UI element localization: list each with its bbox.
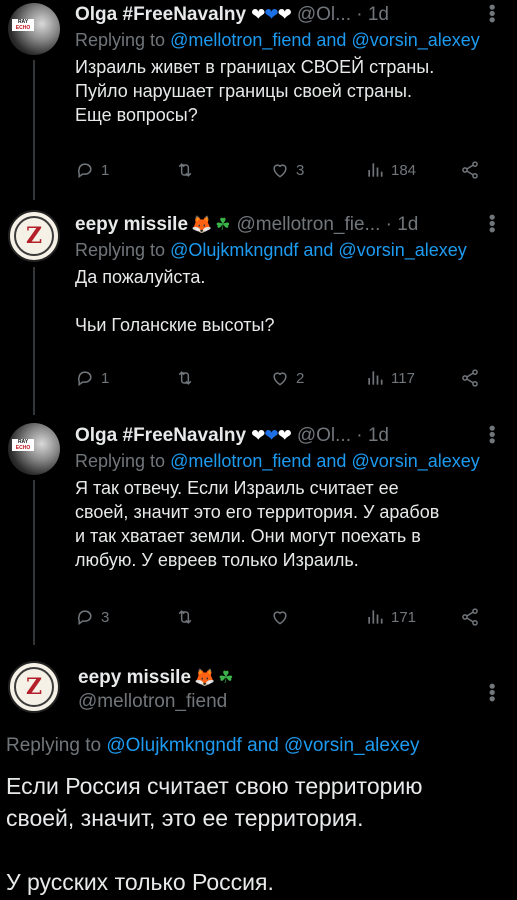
handle[interactable]: @mellotron_fiend	[78, 691, 517, 713]
handle-time[interactable]: @Ol... · 1d	[297, 425, 389, 447]
replying-prefix: Replying to	[75, 30, 171, 50]
tweet[interactable]: Z eepy missile 🦊 ☘ @mellotron_fie... · 1…	[0, 205, 517, 415]
views-count: 184	[391, 161, 417, 179]
views-button[interactable]: 117	[365, 368, 415, 388]
like-button[interactable]: 2	[270, 368, 304, 388]
handle-time[interactable]: @mellotron_fie... · 1d	[236, 214, 418, 236]
replying-to: Replying to @mellotron_fiend and @vorsin…	[75, 30, 517, 51]
views-count: 117	[391, 369, 415, 387]
heart-emojis: ❤❤❤	[251, 5, 292, 25]
reply-count: 1	[101, 161, 110, 179]
author-name[interactable]: Olga #FreeNavalny	[75, 4, 246, 26]
blue-heart-icon: ❤	[264, 5, 278, 24]
more-icon[interactable]: •••	[482, 4, 502, 23]
thread-line	[33, 267, 35, 415]
action-bar: 1 3 184	[75, 160, 517, 184]
views-button[interactable]: 171	[365, 607, 416, 627]
fox-emoji-icon: 🦊	[194, 668, 216, 687]
share-button[interactable]	[460, 607, 480, 627]
action-bar: 1 2 117	[75, 368, 517, 392]
heart-emojis: ❤❤❤	[251, 426, 292, 446]
handle-time[interactable]: @Ol... · 1d	[297, 4, 389, 26]
replying-to: Replying to @mellotron_fiend and @vorsin…	[75, 451, 517, 472]
replying-links[interactable]: @mellotron_fiend and @vorsin_alexey	[170, 30, 480, 50]
views-button[interactable]: 184	[365, 160, 416, 180]
tweet[interactable]: RAY ECHO Olga #FreeNavalny ❤❤❤ @Ol... · 1…	[0, 420, 517, 645]
clover-emoji-icon: ☘	[215, 215, 231, 234]
clover-emoji-icon: ☘	[218, 668, 234, 687]
white-heart-icon: ❤	[251, 5, 265, 24]
like-button[interactable]: 3	[270, 160, 304, 180]
action-bar: 3 171	[75, 607, 517, 631]
like-count: 2	[296, 369, 305, 387]
share-icon	[462, 161, 478, 179]
white-heart-icon: ❤	[277, 426, 292, 445]
tweet-text: Да пожалуйста. Чьи Голанские высоты?	[75, 267, 275, 335]
replying-links[interactable]: @Olujkmkngndf and @vorsin_alexey	[106, 735, 419, 756]
views-icon	[368, 163, 383, 177]
replying-prefix: Replying to	[6, 735, 107, 756]
reply-icon	[77, 610, 92, 626]
retweet-icon	[178, 371, 192, 385]
share-icon	[462, 369, 478, 387]
replying-to: Replying to @Olujkmkngndf and @vorsin_al…	[6, 735, 420, 757]
blue-heart-icon: ❤	[264, 426, 278, 445]
replying-prefix: Replying to	[75, 240, 171, 260]
heart-icon	[273, 611, 287, 625]
main-tweet: Z eepy missile 🦊 ☘ @mellotron_fiend ••• …	[0, 655, 517, 900]
reply-button[interactable]: 1	[75, 368, 109, 388]
white-heart-icon: ❤	[251, 426, 265, 445]
thread-line	[33, 480, 35, 645]
avatar[interactable]: RAY ECHO	[8, 3, 60, 55]
retweet-button[interactable]	[175, 607, 201, 627]
share-icon	[462, 608, 478, 626]
reply-icon	[77, 371, 92, 387]
avatar[interactable]: Z	[8, 661, 60, 713]
share-button[interactable]	[460, 368, 480, 388]
avatar-z-graphic: Z	[25, 223, 43, 249]
more-icon[interactable]: •••	[482, 425, 502, 444]
avatar[interactable]: RAY ECHO	[8, 423, 60, 475]
author-name[interactable]: Olga #FreeNavalny	[75, 425, 246, 447]
replying-prefix: Replying to	[75, 451, 171, 471]
avatar-tag-graphic: RAY ECHO	[12, 19, 34, 31]
author-name[interactable]: eepy missile	[78, 667, 191, 689]
replying-to: Replying to @Olujkmkngndf and @vorsin_al…	[75, 240, 517, 261]
tweet-text: Израиль живет в границах СВОЕЙ страны. П…	[75, 57, 435, 125]
reply-button[interactable]: 1	[75, 160, 109, 180]
tweet-text: Если Россия считает свою территорию свое…	[6, 773, 423, 895]
fox-emoji-icon: 🦊	[191, 215, 213, 234]
more-icon[interactable]: •••	[482, 683, 502, 702]
avatar-tag-graphic: RAY ECHO	[12, 439, 34, 451]
avatar[interactable]: Z	[8, 210, 60, 262]
thread-line	[33, 60, 35, 200]
views-icon	[368, 371, 383, 385]
replying-links[interactable]: @Olujkmkngndf and @vorsin_alexey	[170, 240, 467, 260]
share-button[interactable]	[460, 160, 480, 180]
retweet-button[interactable]	[175, 368, 201, 388]
like-count: 3	[296, 161, 305, 179]
replying-links[interactable]: @mellotron_fiend and @vorsin_alexey	[170, 451, 480, 471]
retweet-icon	[178, 610, 192, 624]
reply-count: 3	[101, 608, 110, 626]
white-heart-icon: ❤	[277, 5, 292, 24]
reply-button[interactable]: 3	[75, 607, 109, 627]
avatar-z-graphic: Z	[25, 674, 43, 700]
more-icon[interactable]: •••	[482, 214, 502, 233]
views-icon	[368, 610, 383, 624]
retweet-button[interactable]	[175, 160, 201, 180]
like-button[interactable]	[270, 607, 296, 627]
reply-icon	[77, 163, 92, 179]
tweet[interactable]: RAY ECHO Olga #FreeNavalny ❤❤❤ @Ol... · 1…	[0, 0, 517, 200]
reply-count: 1	[101, 369, 110, 387]
retweet-icon	[178, 163, 192, 177]
tweet-text: Я так отвечу. Если Израиль считает ее св…	[75, 478, 440, 570]
heart-icon	[273, 372, 287, 386]
author-name[interactable]: eepy missile	[75, 214, 188, 236]
heart-icon	[273, 164, 287, 178]
views-count: 171	[391, 608, 417, 626]
